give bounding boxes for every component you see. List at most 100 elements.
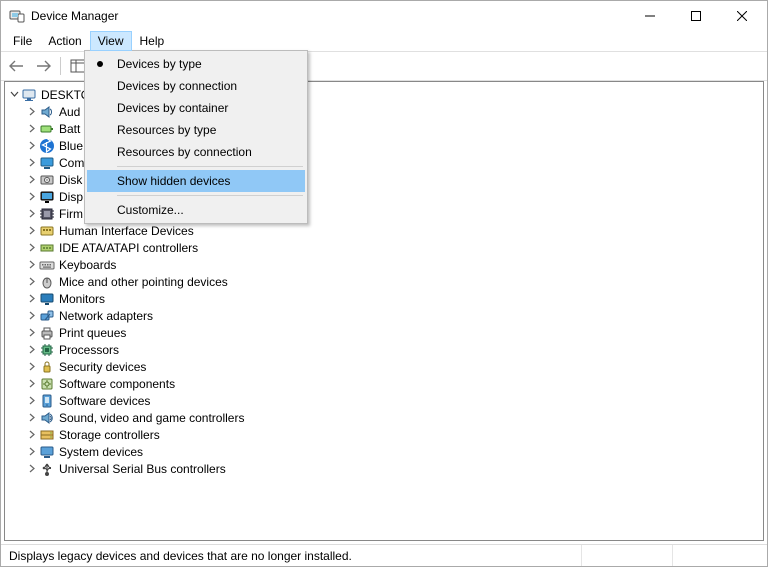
tree-item-label: Keyboards <box>59 258 116 272</box>
menu-item-label: Customize... <box>117 203 184 217</box>
tree-item[interactable]: System devices <box>5 443 763 460</box>
expander-icon[interactable] <box>25 122 39 136</box>
tree-item[interactable]: Storage controllers <box>5 426 763 443</box>
menu-item-label: Resources by connection <box>117 145 252 159</box>
tree-item[interactable]: Print queues <box>5 324 763 341</box>
tree-item-label: Disk <box>59 173 82 187</box>
device-manager-window: Device Manager File Action View Help ? D… <box>0 0 768 567</box>
storage-icon <box>39 427 55 443</box>
tree-item-label: Universal Serial Bus controllers <box>59 462 226 476</box>
expander-icon[interactable] <box>25 258 39 272</box>
expander-icon[interactable] <box>25 156 39 170</box>
expander-icon[interactable] <box>25 377 39 391</box>
tree-item-label: Storage controllers <box>59 428 160 442</box>
swcomp-icon <box>39 376 55 392</box>
tree-item[interactable]: Human Interface Devices <box>5 222 763 239</box>
menu-item[interactable]: Devices by type <box>87 53 305 75</box>
expander-icon[interactable] <box>25 105 39 119</box>
tree-item[interactable]: Processors <box>5 341 763 358</box>
security-icon <box>39 359 55 375</box>
display-icon <box>39 189 55 205</box>
forward-button[interactable] <box>31 55 55 77</box>
tree-item[interactable]: Sound, video and game controllers <box>5 409 763 426</box>
tree-item[interactable]: Monitors <box>5 290 763 307</box>
mouse-icon <box>39 274 55 290</box>
tree-item-label: Firm <box>59 207 83 221</box>
expander-icon[interactable] <box>25 428 39 442</box>
tree-item-label: Network adapters <box>59 309 153 323</box>
expander-icon[interactable] <box>25 275 39 289</box>
menu-item[interactable]: Resources by connection <box>87 141 305 163</box>
battery-icon <box>39 121 55 137</box>
expander-icon[interactable] <box>25 292 39 306</box>
expander-icon[interactable] <box>25 411 39 425</box>
expander-icon[interactable] <box>25 445 39 459</box>
window-controls <box>627 1 765 31</box>
bluetooth-icon <box>39 138 55 154</box>
tree-item[interactable]: IDE ATA/ATAPI controllers <box>5 239 763 256</box>
menu-item[interactable]: Show hidden devices <box>87 170 305 192</box>
system-icon <box>39 444 55 460</box>
swdev-icon <box>39 393 55 409</box>
expander-icon[interactable] <box>25 190 39 204</box>
tree-item-label: Com <box>59 156 84 170</box>
tree-item-label: Batt <box>59 122 80 136</box>
minimize-button[interactable] <box>627 1 673 31</box>
keyboard-icon <box>39 257 55 273</box>
expander-icon[interactable] <box>25 224 39 238</box>
menu-view[interactable]: View <box>90 31 132 51</box>
tree-item[interactable]: Network adapters <box>5 307 763 324</box>
expander-icon[interactable] <box>25 343 39 357</box>
expander-icon[interactable] <box>25 173 39 187</box>
expander-icon[interactable] <box>25 462 39 476</box>
expander-icon[interactable] <box>25 241 39 255</box>
menu-item-label: Devices by connection <box>117 79 237 93</box>
menubar: File Action View Help <box>1 31 767 51</box>
expander-icon[interactable] <box>25 207 39 221</box>
menu-action[interactable]: Action <box>40 31 89 51</box>
maximize-button[interactable] <box>673 1 719 31</box>
firmware-icon <box>39 206 55 222</box>
menu-help[interactable]: Help <box>132 31 173 51</box>
tree-item[interactable]: Software devices <box>5 392 763 409</box>
tree-item-label: Blue <box>59 139 83 153</box>
expander-icon[interactable] <box>25 360 39 374</box>
tree-item[interactable]: Keyboards <box>5 256 763 273</box>
menu-item-label: Devices by type <box>117 57 202 71</box>
usb-icon <box>39 461 55 477</box>
app-icon <box>9 8 25 24</box>
expander-icon[interactable] <box>25 326 39 340</box>
menu-item[interactable]: Devices by container <box>87 97 305 119</box>
tree-item-label: Security devices <box>59 360 146 374</box>
ide-icon <box>39 240 55 256</box>
tree-item[interactable]: Mice and other pointing devices <box>5 273 763 290</box>
expander-icon[interactable] <box>25 394 39 408</box>
menu-item[interactable]: Resources by type <box>87 119 305 141</box>
expander-icon[interactable] <box>25 309 39 323</box>
tree-item[interactable]: Software components <box>5 375 763 392</box>
tree-item-label: IDE ATA/ATAPI controllers <box>59 241 198 255</box>
menu-item[interactable]: Devices by connection <box>87 75 305 97</box>
tree-item-label: Human Interface Devices <box>59 224 194 238</box>
titlebar: Device Manager <box>1 1 767 31</box>
expander-icon[interactable] <box>7 88 21 102</box>
menu-help-label: Help <box>140 34 165 48</box>
close-button[interactable] <box>719 1 765 31</box>
tree-item[interactable]: Security devices <box>5 358 763 375</box>
back-button[interactable] <box>5 55 29 77</box>
radio-dot-icon <box>97 61 103 67</box>
tree-root-label: DESKTO <box>41 88 90 102</box>
menu-item[interactable]: Customize... <box>87 199 305 221</box>
audio-icon <box>39 104 55 120</box>
status-text: Displays legacy devices and devices that… <box>9 549 352 563</box>
expander-icon[interactable] <box>25 139 39 153</box>
view-menu-dropdown: Devices by type Devices by connection Devi… <box>84 50 308 224</box>
menu-separator <box>117 195 303 196</box>
window-title: Device Manager <box>31 9 627 23</box>
tree-item-label: Processors <box>59 343 119 357</box>
menu-item-label: Show hidden devices <box>117 174 230 188</box>
sound-icon <box>39 410 55 426</box>
tree-item[interactable]: Universal Serial Bus controllers <box>5 460 763 477</box>
menu-file[interactable]: File <box>5 31 40 51</box>
monitor-icon <box>39 291 55 307</box>
